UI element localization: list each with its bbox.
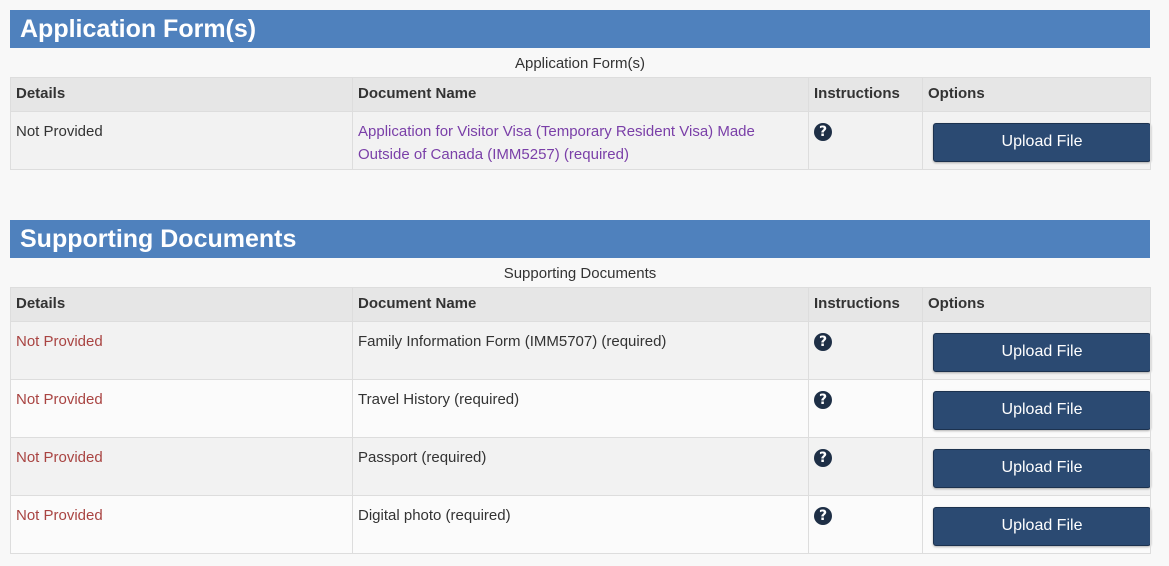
details-status: Not Provided [16, 333, 103, 350]
table-header-row: Details Document Name Instructions Optio… [10, 287, 1151, 322]
table-row: Not Provided Passport (required) ? Uploa… [10, 437, 1151, 496]
application-forms-table: Details Document Name Instructions Optio… [10, 77, 1151, 170]
column-header-document-name: Document Name [352, 287, 809, 322]
table-row: Not Provided Application for Visitor Vis… [10, 111, 1151, 170]
document-name-cell: Family Information Form (IMM5707) (requi… [352, 321, 809, 380]
question-circle-icon[interactable]: ? [814, 449, 832, 467]
details-cell: Not Provided [10, 321, 353, 380]
column-header-details: Details [10, 287, 353, 322]
document-name-cell: Passport (required) [352, 437, 809, 496]
table-header-row: Details Document Name Instructions Optio… [10, 77, 1151, 112]
details-cell: Not Provided [10, 379, 353, 438]
details-status: Not Provided [16, 507, 103, 524]
column-header-options: Options [922, 287, 1151, 322]
column-header-options: Options [922, 77, 1151, 112]
upload-file-button[interactable]: Upload File [933, 507, 1151, 546]
document-name: Travel History (required) [358, 391, 520, 408]
details-status: Not Provided [16, 391, 103, 408]
section-heading: Application Form(s) [10, 10, 1150, 48]
document-name: Digital photo (required) [358, 507, 511, 524]
options-cell: Upload File [922, 495, 1151, 554]
table-row: Not Provided Family Information Form (IM… [10, 321, 1151, 380]
document-name-cell: Application for Visitor Visa (Temporary … [352, 111, 809, 170]
column-header-instructions: Instructions [808, 287, 923, 322]
column-header-instructions: Instructions [808, 77, 923, 112]
column-header-document-name: Document Name [352, 77, 809, 112]
options-cell: Upload File [922, 111, 1151, 170]
question-circle-icon[interactable]: ? [814, 507, 832, 525]
details-status: Not Provided [16, 449, 103, 466]
supporting-documents-table: Details Document Name Instructions Optio… [10, 287, 1151, 554]
details-status: Not Provided [16, 123, 103, 140]
details-cell: Not Provided [10, 437, 353, 496]
details-cell: Not Provided [10, 111, 353, 170]
upload-file-button[interactable]: Upload File [933, 333, 1151, 372]
section-heading: Supporting Documents [10, 220, 1150, 258]
document-name-cell: Digital photo (required) [352, 495, 809, 554]
upload-file-button[interactable]: Upload File [933, 391, 1151, 430]
column-header-details: Details [10, 77, 353, 112]
table-row: Not Provided Digital photo (required) ? … [10, 495, 1151, 554]
instructions-cell: ? [808, 437, 923, 496]
details-cell: Not Provided [10, 495, 353, 554]
question-circle-icon[interactable]: ? [814, 333, 832, 351]
options-cell: Upload File [922, 321, 1151, 380]
document-name: Family Information Form (IMM5707) (requi… [358, 333, 667, 350]
upload-file-button[interactable]: Upload File [933, 449, 1151, 488]
instructions-cell: ? [808, 495, 923, 554]
table-caption: Application Form(s) [514, 55, 646, 72]
instructions-cell: ? [808, 321, 923, 380]
application-forms-section: Application Form(s) Application Form(s) … [10, 10, 1151, 170]
instructions-cell: ? [808, 379, 923, 438]
question-circle-icon[interactable]: ? [814, 391, 832, 409]
document-name: Passport (required) [358, 449, 487, 466]
table-caption: Supporting Documents [503, 265, 657, 282]
table-row: Not Provided Travel History (required) ?… [10, 379, 1151, 438]
document-name-cell: Travel History (required) [352, 379, 809, 438]
document-name-link[interactable]: Application for Visitor Visa (Temporary … [358, 123, 755, 163]
supporting-documents-section: Supporting Documents Supporting Document… [10, 220, 1151, 554]
question-circle-icon[interactable]: ? [814, 123, 832, 141]
instructions-cell: ? [808, 111, 923, 170]
document-upload-page: Application Form(s) Application Form(s) … [0, 0, 1169, 566]
options-cell: Upload File [922, 437, 1151, 496]
upload-file-button[interactable]: Upload File [933, 123, 1151, 162]
options-cell: Upload File [922, 379, 1151, 438]
